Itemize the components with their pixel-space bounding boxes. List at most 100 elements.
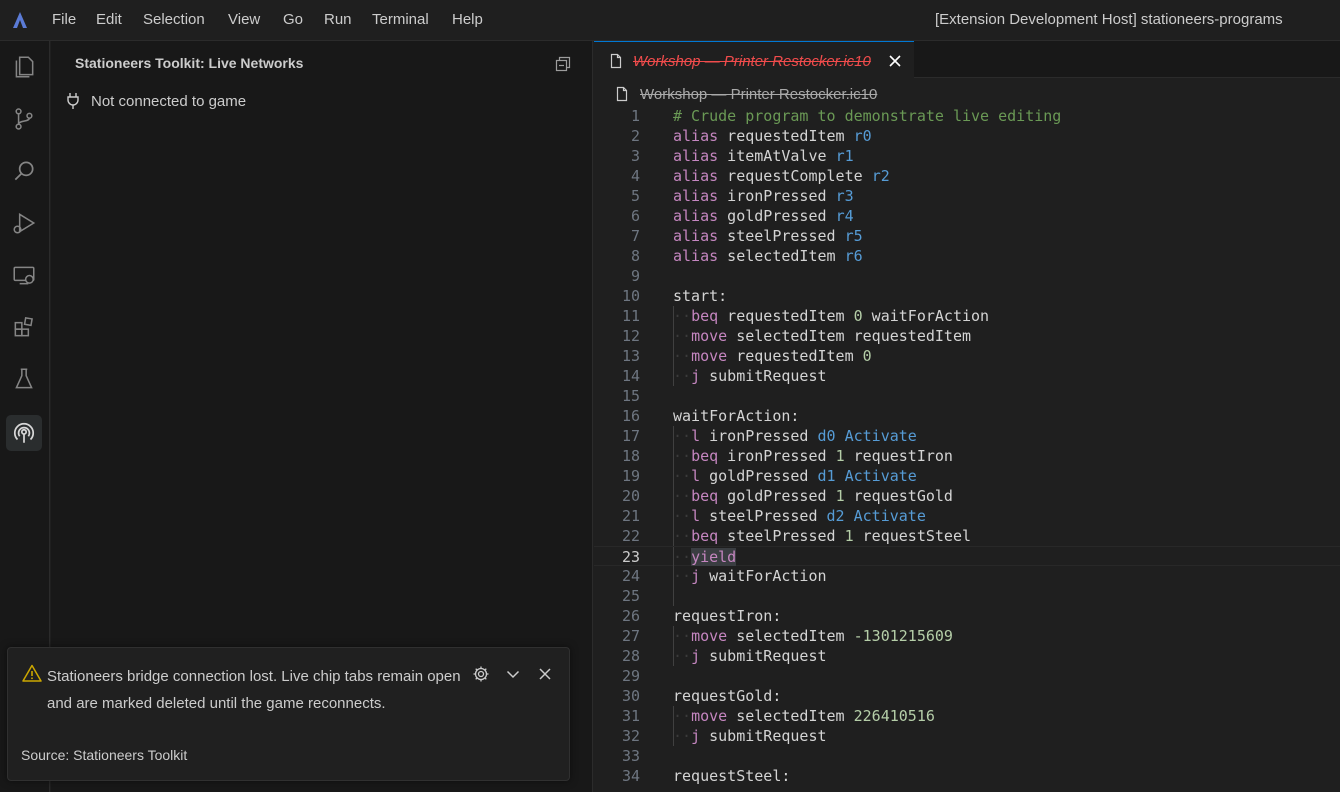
code-token: ·· [673, 487, 692, 505]
code-line[interactable]: 22 ··beq steelPressed 1 requestSteel [594, 526, 1340, 546]
code-line[interactable]: 17 ··l ironPressed d0 Activate [594, 426, 1340, 446]
menu-go[interactable]: Go [283, 11, 303, 28]
code-line[interactable]: 16 waitForAction: [594, 406, 1340, 426]
line-number: 23 [621, 548, 640, 566]
plug-icon [67, 93, 79, 109]
code-token: ·· [673, 727, 692, 745]
notification-collapse-icon[interactable] [503, 664, 523, 684]
code-line[interactable]: 4 alias requestComplete r2 [594, 166, 1340, 186]
code-line[interactable]: 6 alias goldPressed r4 [594, 206, 1340, 226]
code-token: selectedItem [718, 247, 845, 265]
code-token: steelPressed [718, 527, 845, 545]
code-token: r4 [835, 207, 854, 225]
code-token: move [691, 347, 728, 365]
code-line[interactable]: 11 ··beq requestedItem 0 waitForAction [594, 306, 1340, 326]
code-line[interactable]: 7 alias steelPressed r5 [594, 226, 1340, 246]
code-line[interactable]: 20 ··beq goldPressed 1 requestGold [594, 486, 1340, 506]
code-line[interactable]: 30 requestGold: [594, 686, 1340, 706]
code-line[interactable]: 3 alias itemAtValve r1 [594, 146, 1340, 166]
code-line[interactable]: 27 ··move selectedItem -1301215609 [594, 626, 1340, 646]
line-number: 32 [621, 727, 640, 745]
code-token: r3 [835, 187, 854, 205]
menu-file[interactable]: File [52, 11, 76, 28]
notification-settings-icon[interactable] [471, 664, 491, 684]
code-editor[interactable]: 1 # Crude program to demonstrate live edi… [594, 106, 1340, 786]
code-line[interactable]: 8 alias selectedItem r6 [594, 246, 1340, 266]
extensions-icon[interactable] [6, 309, 42, 345]
code-line[interactable]: 12 ··move selectedItem requestedItem [594, 326, 1340, 346]
menu-terminal[interactable]: Terminal [372, 11, 429, 28]
code-line[interactable]: 26 requestIron: [594, 606, 1340, 626]
code-token: itemAtValve [718, 147, 836, 165]
code-token: requestedItem [718, 127, 854, 145]
code-line[interactable]: 24 ··j waitForAction [594, 566, 1340, 586]
breadcrumb-file[interactable]: Workshop — Printer Restocker.ic10 [640, 86, 877, 103]
notification-close-icon[interactable] [535, 664, 555, 684]
code-token: waitForAction [862, 307, 990, 325]
code-line[interactable]: 34 requestSteel: [594, 766, 1340, 786]
menu-view[interactable]: View [228, 11, 260, 28]
code-line[interactable]: 28 ··j submitRequest [594, 646, 1340, 666]
menu-edit[interactable]: Edit [96, 11, 122, 28]
current-code-line[interactable]: 23 ··yield [594, 546, 1340, 567]
live-networks-icon[interactable] [6, 415, 42, 451]
testing-icon[interactable] [6, 361, 42, 397]
code-line[interactable]: 29 [594, 666, 1340, 686]
sidebar-title: Stationeers Toolkit: Live Networks [75, 55, 304, 71]
code-line[interactable]: 18 ··beq ironPressed 1 requestIron [594, 446, 1340, 466]
code-token: l [691, 507, 701, 525]
code-text: ··l ironPressed d0 Activate [673, 426, 917, 446]
code-token: move [691, 707, 728, 725]
code-line[interactable]: 2 alias requestedItem r0 [594, 126, 1340, 146]
code-token: ·· [673, 548, 692, 566]
code-text: ··move selectedItem 226410516 [673, 706, 935, 726]
line-number: 6 [630, 207, 640, 225]
line-number: 5 [630, 187, 640, 205]
code-token: j [691, 647, 701, 665]
code-line[interactable]: 10 start: [594, 286, 1340, 306]
code-token: goldPressed [718, 207, 836, 225]
breadcrumb[interactable]: Workshop — Printer Restocker.ic10 [614, 85, 877, 103]
code-line[interactable]: 13 ··move requestedItem 0 [594, 346, 1340, 366]
menu-selection[interactable]: Selection [143, 11, 205, 28]
line-number: 4 [630, 167, 640, 185]
code-line[interactable]: 19 ··l goldPressed d1 Activate [594, 466, 1340, 486]
line-number: 33 [621, 747, 640, 765]
code-line[interactable]: 1 # Crude program to demonstrate live edi… [594, 106, 1340, 126]
code-token: ·· [673, 647, 692, 665]
code-line[interactable]: 15 [594, 386, 1340, 406]
remote-explorer-icon[interactable] [6, 257, 42, 293]
code-token: requestedItem [718, 307, 854, 325]
collapse-all-icon[interactable] [554, 55, 572, 73]
code-line[interactable]: 25 [594, 586, 1340, 606]
menu-run[interactable]: Run [324, 11, 352, 28]
code-token: submitRequest [700, 367, 827, 385]
editor-tab[interactable]: Workshop — Printer Restocker.ic10 [594, 41, 914, 78]
run-and-debug-icon[interactable] [6, 205, 42, 241]
code-token: d1 [817, 467, 836, 485]
code-token: ·· [673, 707, 692, 725]
code-text: start: [673, 286, 727, 306]
code-line[interactable]: 9 [594, 266, 1340, 286]
code-text: ··l goldPressed d1 Activate [673, 466, 917, 486]
close-tab-icon[interactable] [886, 52, 904, 70]
connection-status: Not connected to game [65, 91, 246, 111]
search-icon[interactable] [6, 153, 42, 189]
code-line[interactable]: 33 [594, 746, 1340, 766]
code-line[interactable]: 5 alias ironPressed r3 [594, 186, 1340, 206]
code-line[interactable]: 21 ··l steelPressed d2 Activate [594, 506, 1340, 526]
line-number: 18 [621, 447, 640, 465]
code-token: steelPressed [718, 227, 845, 245]
code-token: start: [673, 287, 728, 305]
code-line[interactable]: 31 ··move selectedItem 226410516 [594, 706, 1340, 726]
explorer-icon[interactable] [6, 49, 42, 85]
editor-area: Workshop — Printer Restocker.ic10 Worksh… [594, 41, 1340, 792]
menu-help[interactable]: Help [452, 11, 483, 28]
code-line[interactable]: 32 ··j submitRequest [594, 726, 1340, 746]
code-line[interactable]: 14 ··j submitRequest [594, 366, 1340, 386]
code-text: ··l steelPressed d2 Activate [673, 506, 926, 526]
code-token: ironPressed [718, 187, 836, 205]
source-control-icon[interactable] [6, 101, 42, 137]
